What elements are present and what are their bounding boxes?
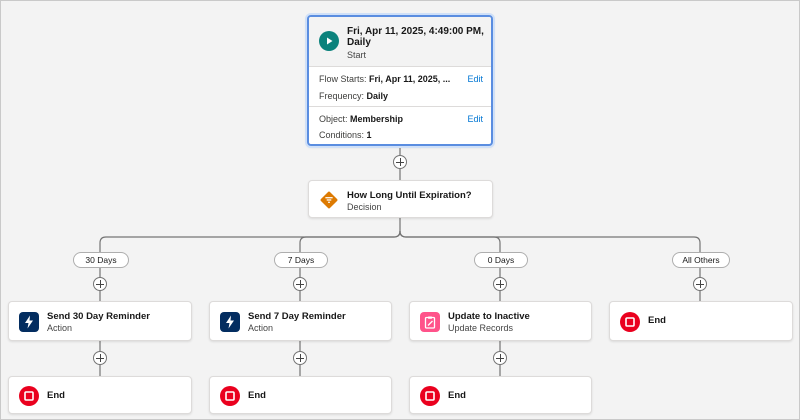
edit-schedule-link[interactable]: Edit — [467, 74, 483, 84]
add-element-button-branch-others[interactable] — [693, 277, 707, 291]
add-element-button-after-start[interactable] — [393, 155, 407, 169]
object-row: Object: Membership — [319, 114, 403, 124]
update-records-node-subtitle: Update Records — [448, 323, 514, 333]
edit-object-link[interactable]: Edit — [467, 114, 483, 124]
action-node-send-7-day-reminder[interactable]: Send 7 Day Reminder Action — [209, 301, 392, 341]
start-node-subtitle: Start — [347, 50, 367, 60]
conditions-value: 1 — [366, 130, 372, 140]
start-node-header: Fri, Apr 11, 2025, 4:49:00 PM, Daily Sta… — [309, 17, 491, 67]
flow-starts-row: Flow Starts: Fri, Apr 11, 2025, ... — [319, 74, 450, 84]
decision-node[interactable]: How Long Until Expiration? Decision — [308, 180, 493, 218]
action-node-subtitle: Action — [248, 323, 274, 333]
frequency-row: Frequency: Daily — [319, 91, 388, 101]
flow-canvas: Fri, Apr 11, 2025, 4:49:00 PM, Daily Sta… — [0, 0, 800, 420]
end-node-label: End — [648, 315, 666, 326]
start-node[interactable]: Fri, Apr 11, 2025, 4:49:00 PM, Daily Sta… — [307, 15, 493, 146]
object-label: Object: — [319, 114, 348, 124]
conditions-label: Conditions: — [319, 130, 365, 140]
object-value: Membership — [350, 114, 404, 124]
action-node-title: Send 30 Day Reminder — [47, 311, 150, 322]
lightning-icon — [220, 312, 240, 332]
add-element-button-after-update[interactable] — [493, 351, 507, 365]
stop-icon — [420, 386, 440, 406]
decision-node-subtitle: Decision — [347, 202, 382, 212]
end-node-7-days[interactable]: End — [209, 376, 392, 414]
decision-node-title: How Long Until Expiration? — [347, 190, 472, 201]
frequency-value: Daily — [366, 91, 389, 101]
end-node-label: End — [248, 390, 266, 401]
stop-icon — [620, 312, 640, 332]
start-node-divider — [309, 106, 491, 107]
flow-starts-value: Fri, Apr 11, 2025, ... — [369, 74, 451, 84]
action-node-subtitle: Action — [47, 323, 73, 333]
end-node-all-others[interactable]: End — [609, 301, 793, 341]
add-element-button-after-send-30[interactable] — [93, 351, 107, 365]
lightning-icon — [19, 312, 39, 332]
add-element-button-branch-0[interactable] — [493, 277, 507, 291]
add-element-button-branch-7[interactable] — [293, 277, 307, 291]
flow-starts-label: Flow Starts: — [319, 74, 367, 84]
play-icon — [319, 31, 339, 51]
branch-label-all-others[interactable]: All Others — [672, 252, 730, 268]
action-node-title: Send 7 Day Reminder — [248, 311, 346, 322]
end-node-label: End — [448, 390, 466, 401]
add-element-button-after-send-7[interactable] — [293, 351, 307, 365]
start-node-title: Fri, Apr 11, 2025, 4:49:00 PM, Daily — [347, 26, 484, 48]
update-records-icon — [420, 312, 440, 332]
update-records-node-title: Update to Inactive — [448, 311, 530, 322]
conditions-row: Conditions: 1 — [319, 130, 372, 140]
branch-label-7-days[interactable]: 7 Days — [274, 252, 328, 268]
end-node-label: End — [47, 390, 65, 401]
stop-icon — [19, 386, 39, 406]
update-records-node-update-to-inactive[interactable]: Update to Inactive Update Records — [409, 301, 592, 341]
end-node-30-days[interactable]: End — [8, 376, 192, 414]
frequency-label: Frequency: — [319, 91, 365, 101]
stop-icon — [220, 386, 240, 406]
branch-label-0-days[interactable]: 0 Days — [474, 252, 528, 268]
action-node-send-30-day-reminder[interactable]: Send 30 Day Reminder Action — [8, 301, 192, 341]
branch-label-30-days[interactable]: 30 Days — [73, 252, 129, 268]
end-node-0-days[interactable]: End — [409, 376, 592, 414]
add-element-button-branch-30[interactable] — [93, 277, 107, 291]
decision-icon — [319, 190, 339, 210]
